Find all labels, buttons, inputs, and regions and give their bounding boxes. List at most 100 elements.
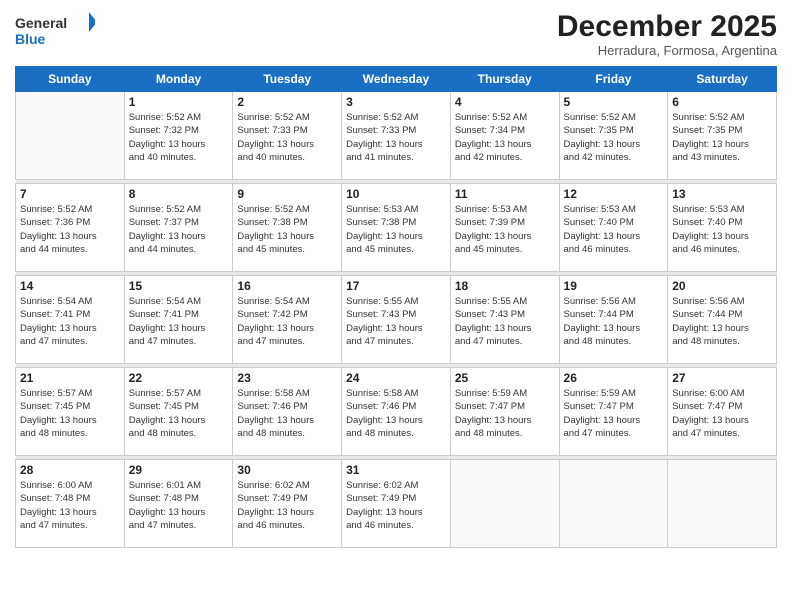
cell-info: Sunrise: 5:58 AM Sunset: 7:46 PM Dayligh…: [237, 387, 337, 440]
cell-date: 2: [237, 95, 337, 109]
cell-date: 19: [564, 279, 664, 293]
calendar-table: SundayMondayTuesdayWednesdayThursdayFrid…: [15, 66, 777, 548]
cell-info: Sunrise: 5:53 AM Sunset: 7:40 PM Dayligh…: [564, 203, 664, 256]
calendar-cell: 16 Sunrise: 5:54 AM Sunset: 7:42 PM Dayli…: [233, 276, 342, 364]
cell-date: 31: [346, 463, 446, 477]
calendar-cell: 21 Sunrise: 5:57 AM Sunset: 7:45 PM Dayli…: [16, 368, 125, 456]
week-row-3: 14Sunrise: 5:54 AM Sunset: 7:41 PM Dayli…: [16, 276, 777, 364]
cell-info: Sunrise: 6:00 AM Sunset: 7:47 PM Dayligh…: [672, 387, 772, 440]
cell-info: Sunrise: 5:56 AM Sunset: 7:44 PM Dayligh…: [672, 295, 772, 348]
cell-info: Sunrise: 5:52 AM Sunset: 7:36 PM Dayligh…: [20, 203, 120, 256]
week-row-4: 21 Sunrise: 5:57 AM Sunset: 7:45 PM Dayli…: [16, 368, 777, 456]
cell-info: Sunrise: 6:00 AM Sunset: 7:48 PM Dayligh…: [20, 479, 120, 532]
calendar-cell: 8Sunrise: 5:52 AM Sunset: 7:37 PM Daylig…: [124, 184, 233, 272]
cell-date: 11: [455, 187, 555, 201]
cell-info: Sunrise: 5:55 AM Sunset: 7:43 PM Dayligh…: [455, 295, 555, 348]
subtitle: Herradura, Formosa, Argentina: [557, 43, 777, 58]
calendar-cell: 1 Sunrise: 5:52 AM Sunset: 7:32 PM Daylig…: [124, 92, 233, 180]
cell-info: Sunrise: 5:52 AM Sunset: 7:38 PM Dayligh…: [237, 203, 337, 256]
day-header-monday: Monday: [124, 67, 233, 92]
calendar-cell: 17 Sunrise: 5:55 AM Sunset: 7:43 PM Dayli…: [342, 276, 451, 364]
cell-date: 16: [237, 279, 337, 293]
cell-date: 17: [346, 279, 446, 293]
cell-date: 28: [20, 463, 120, 477]
calendar-cell: 24 Sunrise: 5:58 AM Sunset: 7:46 PM Dayli…: [342, 368, 451, 456]
cell-info: Sunrise: 6:01 AM Sunset: 7:48 PM Dayligh…: [129, 479, 229, 532]
cell-date: 1: [129, 95, 229, 109]
cell-info: Sunrise: 5:57 AM Sunset: 7:45 PM Dayligh…: [129, 387, 229, 440]
cell-date: 20: [672, 279, 772, 293]
cell-date: 7: [20, 187, 120, 201]
cell-info: Sunrise: 6:02 AM Sunset: 7:49 PM Dayligh…: [346, 479, 446, 532]
cell-info: Sunrise: 5:58 AM Sunset: 7:46 PM Dayligh…: [346, 387, 446, 440]
logo-svg: General Blue: [15, 10, 95, 50]
cell-date: 9: [237, 187, 337, 201]
cell-info: Sunrise: 5:53 AM Sunset: 7:38 PM Dayligh…: [346, 203, 446, 256]
calendar-cell: 6 Sunrise: 5:52 AM Sunset: 7:35 PM Daylig…: [668, 92, 777, 180]
cell-date: 21: [20, 371, 120, 385]
calendar-cell: 27 Sunrise: 6:00 AM Sunset: 7:47 PM Dayli…: [668, 368, 777, 456]
week-row-5: 28 Sunrise: 6:00 AM Sunset: 7:48 PM Dayli…: [16, 460, 777, 548]
cell-date: 18: [455, 279, 555, 293]
calendar-cell: 2 Sunrise: 5:52 AM Sunset: 7:33 PM Daylig…: [233, 92, 342, 180]
cell-info: Sunrise: 5:52 AM Sunset: 7:33 PM Dayligh…: [346, 111, 446, 164]
cell-info: Sunrise: 5:59 AM Sunset: 7:47 PM Dayligh…: [455, 387, 555, 440]
calendar-cell: 23Sunrise: 5:58 AM Sunset: 7:46 PM Dayli…: [233, 368, 342, 456]
cell-info: Sunrise: 5:53 AM Sunset: 7:39 PM Dayligh…: [455, 203, 555, 256]
calendar-cell: 30Sunrise: 6:02 AM Sunset: 7:49 PM Dayli…: [233, 460, 342, 548]
cell-date: 22: [129, 371, 229, 385]
calendar-cell: 31 Sunrise: 6:02 AM Sunset: 7:49 PM Dayli…: [342, 460, 451, 548]
calendar-cell: 29 Sunrise: 6:01 AM Sunset: 7:48 PM Dayli…: [124, 460, 233, 548]
cell-date: 27: [672, 371, 772, 385]
cell-date: 6: [672, 95, 772, 109]
cell-info: Sunrise: 5:57 AM Sunset: 7:45 PM Dayligh…: [20, 387, 120, 440]
day-header-sunday: Sunday: [16, 67, 125, 92]
cell-info: Sunrise: 5:52 AM Sunset: 7:35 PM Dayligh…: [672, 111, 772, 164]
calendar-cell: 28 Sunrise: 6:00 AM Sunset: 7:48 PM Dayli…: [16, 460, 125, 548]
cell-info: Sunrise: 6:02 AM Sunset: 7:49 PM Dayligh…: [237, 479, 337, 532]
week-row-1: 1 Sunrise: 5:52 AM Sunset: 7:32 PM Daylig…: [16, 92, 777, 180]
calendar-cell: 10Sunrise: 5:53 AM Sunset: 7:38 PM Dayli…: [342, 184, 451, 272]
cell-info: Sunrise: 5:59 AM Sunset: 7:47 PM Dayligh…: [564, 387, 664, 440]
calendar-page: General Blue December 2025 Herradura, Fo…: [0, 0, 792, 612]
calendar-cell: 4Sunrise: 5:52 AM Sunset: 7:34 PM Daylig…: [450, 92, 559, 180]
cell-info: Sunrise: 5:52 AM Sunset: 7:35 PM Dayligh…: [564, 111, 664, 164]
cell-date: 24: [346, 371, 446, 385]
cell-info: Sunrise: 5:56 AM Sunset: 7:44 PM Dayligh…: [564, 295, 664, 348]
cell-info: Sunrise: 5:54 AM Sunset: 7:41 PM Dayligh…: [129, 295, 229, 348]
calendar-cell: [559, 460, 668, 548]
calendar-cell: [450, 460, 559, 548]
day-header-friday: Friday: [559, 67, 668, 92]
day-header-tuesday: Tuesday: [233, 67, 342, 92]
cell-date: 12: [564, 187, 664, 201]
cell-info: Sunrise: 5:55 AM Sunset: 7:43 PM Dayligh…: [346, 295, 446, 348]
calendar-cell: 19 Sunrise: 5:56 AM Sunset: 7:44 PM Dayli…: [559, 276, 668, 364]
calendar-cell: [16, 92, 125, 180]
calendar-cell: 26Sunrise: 5:59 AM Sunset: 7:47 PM Dayli…: [559, 368, 668, 456]
calendar-cell: 5 Sunrise: 5:52 AM Sunset: 7:35 PM Daylig…: [559, 92, 668, 180]
calendar-cell: 15Sunrise: 5:54 AM Sunset: 7:41 PM Dayli…: [124, 276, 233, 364]
calendar-cell: 13Sunrise: 5:53 AM Sunset: 7:40 PM Dayli…: [668, 184, 777, 272]
logo: General Blue: [15, 10, 95, 50]
calendar-cell: 14Sunrise: 5:54 AM Sunset: 7:41 PM Dayli…: [16, 276, 125, 364]
day-header-row: SundayMondayTuesdayWednesdayThursdayFrid…: [16, 67, 777, 92]
cell-date: 13: [672, 187, 772, 201]
day-header-thursday: Thursday: [450, 67, 559, 92]
title-block: December 2025 Herradura, Formosa, Argent…: [557, 10, 777, 58]
cell-date: 25: [455, 371, 555, 385]
calendar-cell: 7 Sunrise: 5:52 AM Sunset: 7:36 PM Daylig…: [16, 184, 125, 272]
cell-date: 8: [129, 187, 229, 201]
cell-date: 5: [564, 95, 664, 109]
svg-text:Blue: Blue: [15, 31, 46, 47]
cell-info: Sunrise: 5:54 AM Sunset: 7:42 PM Dayligh…: [237, 295, 337, 348]
cell-date: 29: [129, 463, 229, 477]
cell-info: Sunrise: 5:52 AM Sunset: 7:32 PM Dayligh…: [129, 111, 229, 164]
day-header-wednesday: Wednesday: [342, 67, 451, 92]
calendar-body: 1 Sunrise: 5:52 AM Sunset: 7:32 PM Daylig…: [16, 92, 777, 548]
calendar-cell: 22 Sunrise: 5:57 AM Sunset: 7:45 PM Dayli…: [124, 368, 233, 456]
main-title: December 2025: [557, 10, 777, 43]
cell-info: Sunrise: 5:52 AM Sunset: 7:33 PM Dayligh…: [237, 111, 337, 164]
calendar-cell: 25 Sunrise: 5:59 AM Sunset: 7:47 PM Dayli…: [450, 368, 559, 456]
day-header-saturday: Saturday: [668, 67, 777, 92]
week-row-2: 7 Sunrise: 5:52 AM Sunset: 7:36 PM Daylig…: [16, 184, 777, 272]
